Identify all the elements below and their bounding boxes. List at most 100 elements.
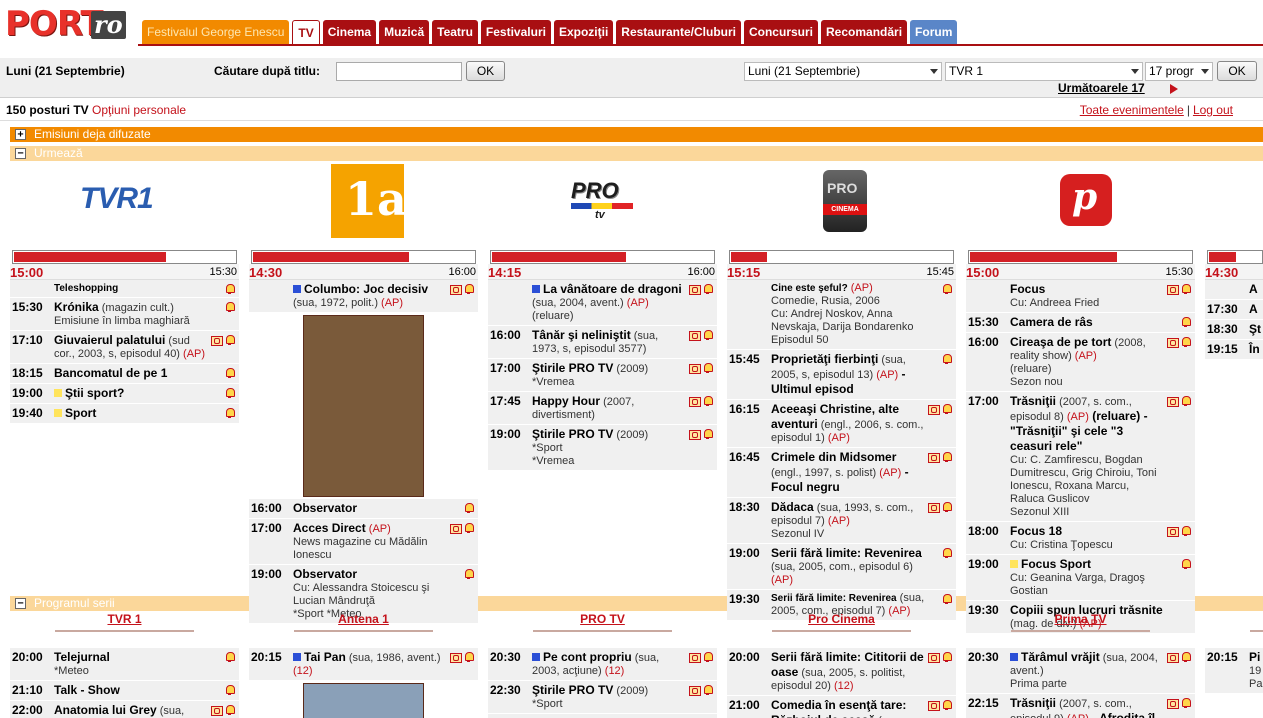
nav-tab[interactable]: Cinema — [322, 20, 377, 45]
count-select[interactable]: 17 progr — [1145, 62, 1213, 81]
program-title[interactable]: Columbo: Joc decisiv — [304, 282, 428, 296]
program-row[interactable]: 15:45 Proprietăţi fierbinţi (sua, 2005, s… — [727, 350, 956, 400]
program-row[interactable]: 23:15Supernatural: Aventuri — [488, 714, 717, 718]
antena1-logo[interactable]: 1a — [249, 164, 478, 242]
program-row[interactable]: 17:00 Acces Direct (AP) News magazine cu M… — [249, 519, 478, 565]
reminder-bell-icon[interactable] — [463, 651, 474, 662]
primatv-logo[interactable]: p — [966, 164, 1195, 242]
program-title[interactable]: Proprietăţi fierbinţi — [771, 352, 878, 366]
program-title[interactable]: Şt — [1249, 322, 1261, 336]
program-row[interactable]: 20:00 Telejurnal *Meteo — [10, 648, 239, 681]
program-title[interactable]: Acces Direct — [293, 521, 366, 535]
program-row[interactable]: Columbo: Joc decisiv (sua, 1972, polit.)… — [249, 280, 478, 313]
nav-tab[interactable]: Concursuri — [743, 20, 818, 45]
record-camera-icon[interactable] — [928, 403, 940, 415]
program-row[interactable]: 20:15 Pi 19 Pa — [1205, 648, 1263, 694]
program-title[interactable]: Observator — [293, 567, 357, 581]
reminder-bell-icon[interactable] — [224, 387, 235, 398]
program-row[interactable]: 20:15 Tai Pan (sua, 1986, avent.) (12) — [249, 648, 478, 681]
record-camera-icon[interactable] — [450, 651, 462, 663]
program-title[interactable]: Observator — [293, 501, 357, 515]
program-row[interactable]: 19:15 În — [1205, 340, 1263, 360]
program-row[interactable]: 16:00 Tânăr şi neliniştit (sua, 1973, s, … — [488, 326, 717, 359]
record-camera-icon[interactable] — [211, 334, 223, 346]
protv-logo[interactable]: PRO tv — [488, 164, 717, 242]
title-search-input[interactable] — [336, 62, 462, 81]
nav-tab[interactable]: Expoziţii — [553, 20, 614, 45]
program-row[interactable]: 19:00 Focus Sport Cu: Geanina Varga, Drago… — [966, 555, 1195, 601]
record-camera-icon[interactable] — [689, 651, 701, 663]
reminder-bell-icon[interactable] — [702, 684, 713, 695]
program-row[interactable]: A — [1205, 280, 1263, 300]
program-row[interactable]: Cine este şeful? (AP) Comedie, Rusia, 200… — [727, 280, 956, 350]
record-camera-icon[interactable] — [689, 395, 701, 407]
program-photo[interactable] — [303, 683, 424, 718]
reminder-bell-icon[interactable] — [224, 301, 235, 312]
program-row[interactable]: 22:30 Ştirile PRO TV (2009) *Sport — [488, 681, 717, 714]
reminder-bell-icon[interactable] — [1180, 558, 1191, 569]
program-title[interactable]: Trăsniţii — [1010, 394, 1056, 408]
reminder-bell-icon[interactable] — [702, 329, 713, 340]
program-title[interactable]: Giuvaierul palatului — [54, 333, 165, 347]
reminder-bell-icon[interactable] — [463, 568, 474, 579]
program-photo[interactable] — [303, 315, 424, 497]
procinema-logo[interactable]: PRO CINEMA — [727, 164, 956, 242]
program-title[interactable]: Tânăr şi neliniştit — [532, 328, 631, 342]
reminder-bell-icon[interactable] — [941, 547, 952, 558]
logout-link[interactable]: Log out — [1193, 103, 1233, 117]
reminder-bell-icon[interactable] — [1180, 336, 1191, 347]
nav-tab[interactable]: Teatru — [432, 20, 478, 45]
program-title[interactable]: Dădaca — [771, 500, 814, 514]
reminder-bell-icon[interactable] — [1180, 525, 1191, 536]
channel-select[interactable]: TVR 1 — [945, 62, 1143, 81]
filter-ok-button[interactable]: OK — [1217, 61, 1257, 81]
program-row[interactable]: 17:30 A — [1205, 300, 1263, 320]
program-title[interactable]: A — [1249, 282, 1258, 296]
program-row[interactable]: 21:10 Talk - Show — [10, 681, 239, 701]
record-camera-icon[interactable] — [689, 684, 701, 696]
reminder-bell-icon[interactable] — [702, 362, 713, 373]
program-row[interactable]: 19:00 Ştirile PRO TV (2009) *Sport *Vremea — [488, 425, 717, 471]
reminder-bell-icon[interactable] — [941, 501, 952, 512]
program-title[interactable]: Sport — [65, 406, 96, 420]
evening-channel-link[interactable]: TVR 1 — [107, 612, 141, 626]
reminder-bell-icon[interactable] — [224, 407, 235, 418]
evening-channel-link[interactable]: Antena 1 — [338, 612, 389, 626]
program-title[interactable]: Ştii sport? — [65, 386, 124, 400]
nav-tab[interactable]: Festivalul George Enescu — [142, 20, 290, 45]
reminder-bell-icon[interactable] — [224, 334, 235, 345]
play-arrow-icon[interactable] — [1170, 84, 1178, 94]
program-title[interactable]: Pe cont propriu — [543, 650, 632, 664]
program-row[interactable]: 16:00 Observator — [249, 499, 478, 519]
program-title[interactable]: Focus — [1010, 282, 1045, 296]
program-row[interactable]: 20:30 Tărâmul vrăjit (sua, 2004, avent.) P… — [966, 648, 1195, 694]
program-title[interactable]: Tărâmul vrăjit — [1021, 650, 1100, 664]
day-select[interactable]: Luni (21 Septembrie) — [744, 62, 942, 81]
section-aired[interactable]: + Emisiuni deja difuzate — [10, 127, 1263, 142]
program-row[interactable]: 18:30 Dădaca (sua, 1993, s. com., episodu… — [727, 498, 956, 544]
program-title[interactable]: Tai Pan — [304, 650, 346, 664]
reminder-bell-icon[interactable] — [1180, 697, 1191, 708]
reminder-bell-icon[interactable] — [463, 283, 474, 294]
program-row[interactable]: 16:45 Crimele din Midsomer (engl., 1997, … — [727, 448, 956, 498]
program-title[interactable]: Focus 18 — [1010, 524, 1062, 538]
program-title[interactable]: Serii fără limite: Revenirea — [771, 593, 897, 604]
reminder-bell-icon[interactable] — [702, 283, 713, 294]
program-row[interactable]: 17:00 Trăsniţii (2007, s. com., episodul … — [966, 392, 1195, 522]
reminder-bell-icon[interactable] — [702, 651, 713, 662]
record-camera-icon[interactable] — [689, 428, 701, 440]
reminder-bell-icon[interactable] — [224, 704, 235, 715]
evening-channel-link[interactable]: Prima TV — [1054, 612, 1106, 626]
reminder-bell-icon[interactable] — [463, 522, 474, 533]
program-title[interactable]: Krónika — [54, 300, 99, 314]
program-row[interactable]: 17:00 Ştirile PRO TV (2009) *Vremea — [488, 359, 717, 392]
record-camera-icon[interactable] — [1167, 651, 1179, 663]
reminder-bell-icon[interactable] — [702, 428, 713, 439]
reminder-bell-icon[interactable] — [224, 684, 235, 695]
program-row[interactable]: 16:15 Aceeaşi Christine, alte aventuri (e… — [727, 400, 956, 448]
program-row[interactable]: 15:30 Camera de râs — [966, 313, 1195, 333]
collapse-icon[interactable]: − — [15, 148, 26, 159]
program-row[interactable]: 16:00 Cireaşa de pe tort (2008, reality s… — [966, 333, 1195, 392]
reminder-bell-icon[interactable] — [941, 593, 952, 604]
program-title[interactable]: Talk - Show — [54, 683, 120, 697]
